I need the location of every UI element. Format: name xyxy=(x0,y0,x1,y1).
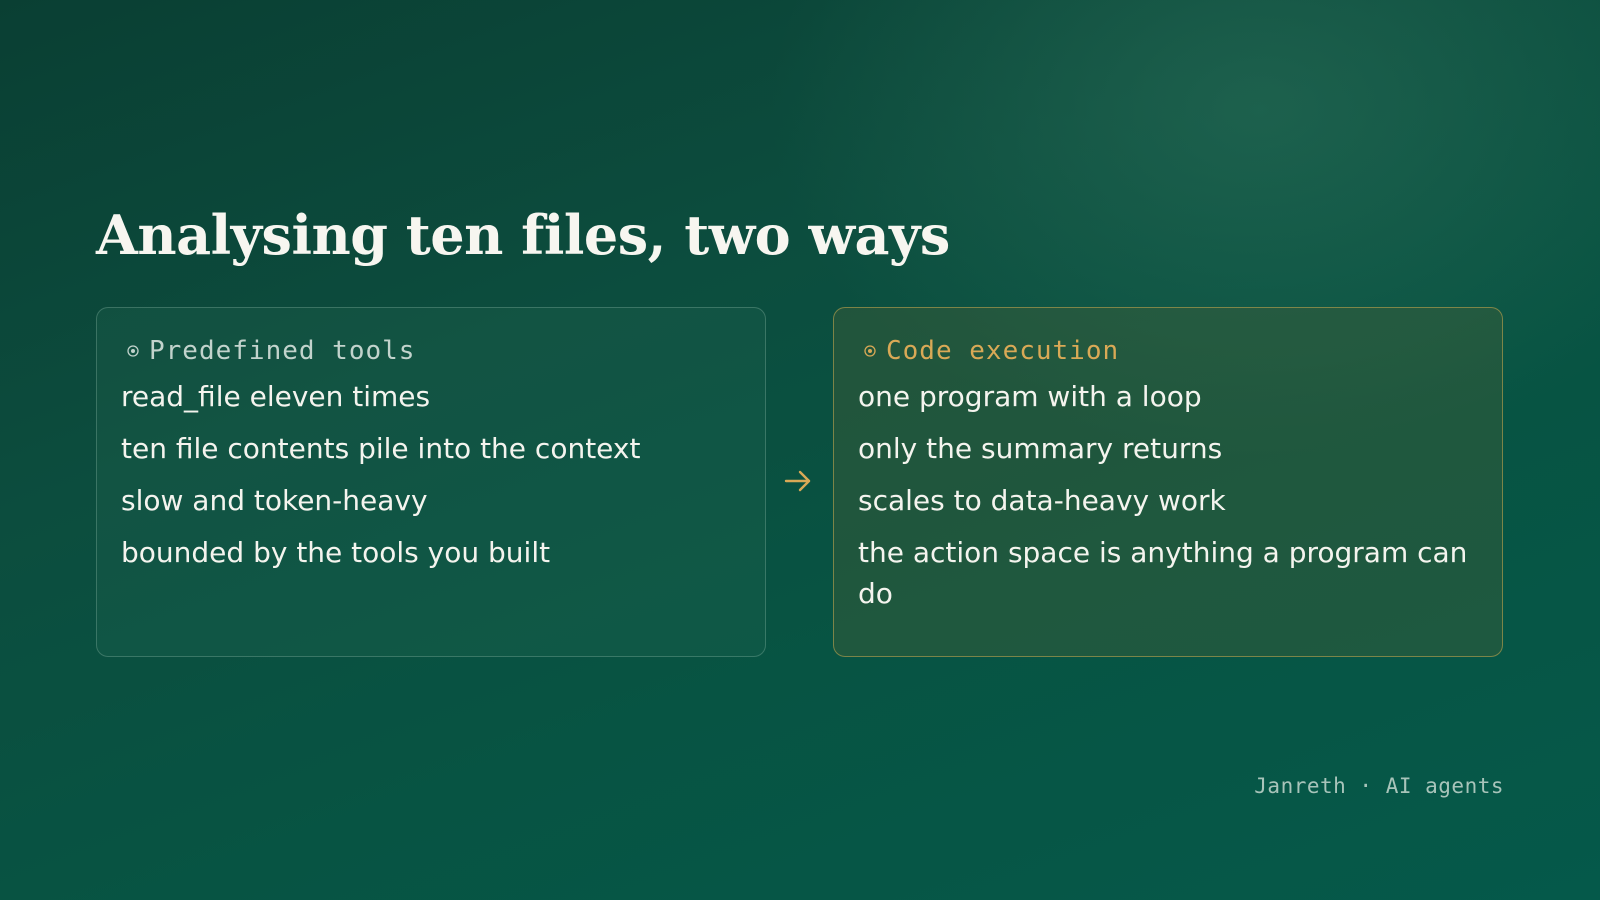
list-item: bounded by the tools you built xyxy=(121,536,551,569)
list-item: ten file contents pile into the context xyxy=(121,432,641,465)
target-dot-icon xyxy=(127,345,139,357)
code-execution-panel: Code execution one program with a loop o… xyxy=(833,307,1503,657)
slide-title: Analysing ten files, two ways xyxy=(96,203,950,267)
panel-header: Code execution xyxy=(858,336,1478,366)
list-item: scales to data-heavy work xyxy=(858,484,1226,517)
panel-label: Predefined tools xyxy=(149,336,416,366)
predefined-tools-panel: Predefined tools read_file eleven times … xyxy=(96,307,766,657)
item-list: read_file eleven times ten file contents… xyxy=(121,376,741,573)
panel-label: Code execution xyxy=(886,336,1120,366)
list-item: slow and token-heavy xyxy=(121,484,428,517)
list-item: read_file eleven times xyxy=(121,380,431,413)
footer-credit: Janreth · AI agents xyxy=(1254,774,1504,798)
item-list: one program with a loop only the summary… xyxy=(858,376,1478,614)
list-item: one program with a loop xyxy=(858,380,1202,413)
list-item: only the summary returns xyxy=(858,432,1223,465)
panel-header: Predefined tools xyxy=(121,336,741,366)
list-item: the action space is anything a program c… xyxy=(858,536,1468,610)
target-dot-icon xyxy=(864,345,876,357)
arrow-right-icon xyxy=(784,470,811,492)
